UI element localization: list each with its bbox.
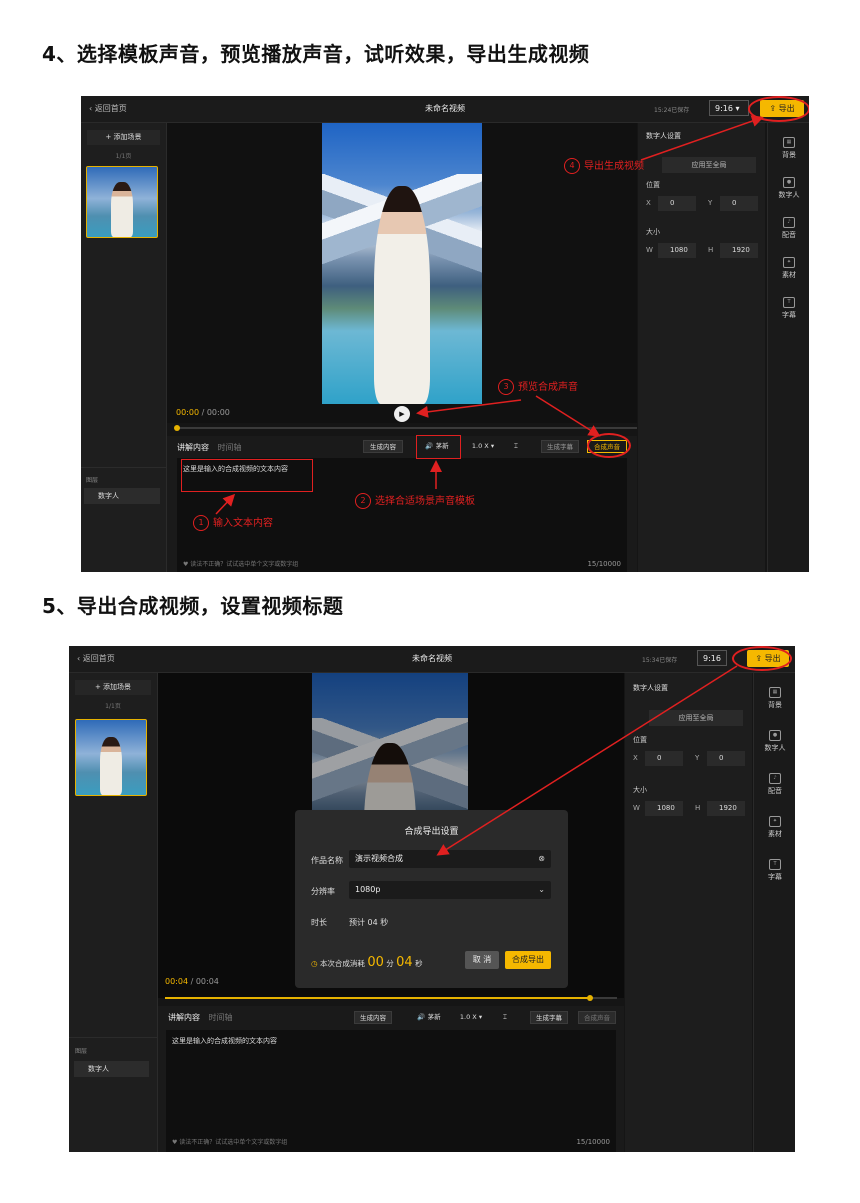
annotation-arrows <box>215 115 764 515</box>
section-5-title: 5、导出合成视频，设置视频标题 <box>42 594 344 618</box>
annotation-arrows <box>436 665 738 856</box>
editor-screenshot-1: ‹ 返回首页 未命名视频 15:24已保存 9:16 ▾ ⇪ 导出 + 添加场景… <box>81 96 809 572</box>
section-4-title: 4、选择模板声音，预览播放声音，试听效果，导出生成视频 <box>42 42 590 66</box>
editor-screenshot-2: ‹ 返回首页 未命名视频 15:34已保存 9:16 ⇪ 导出 + 添加场景 1… <box>69 646 795 1152</box>
